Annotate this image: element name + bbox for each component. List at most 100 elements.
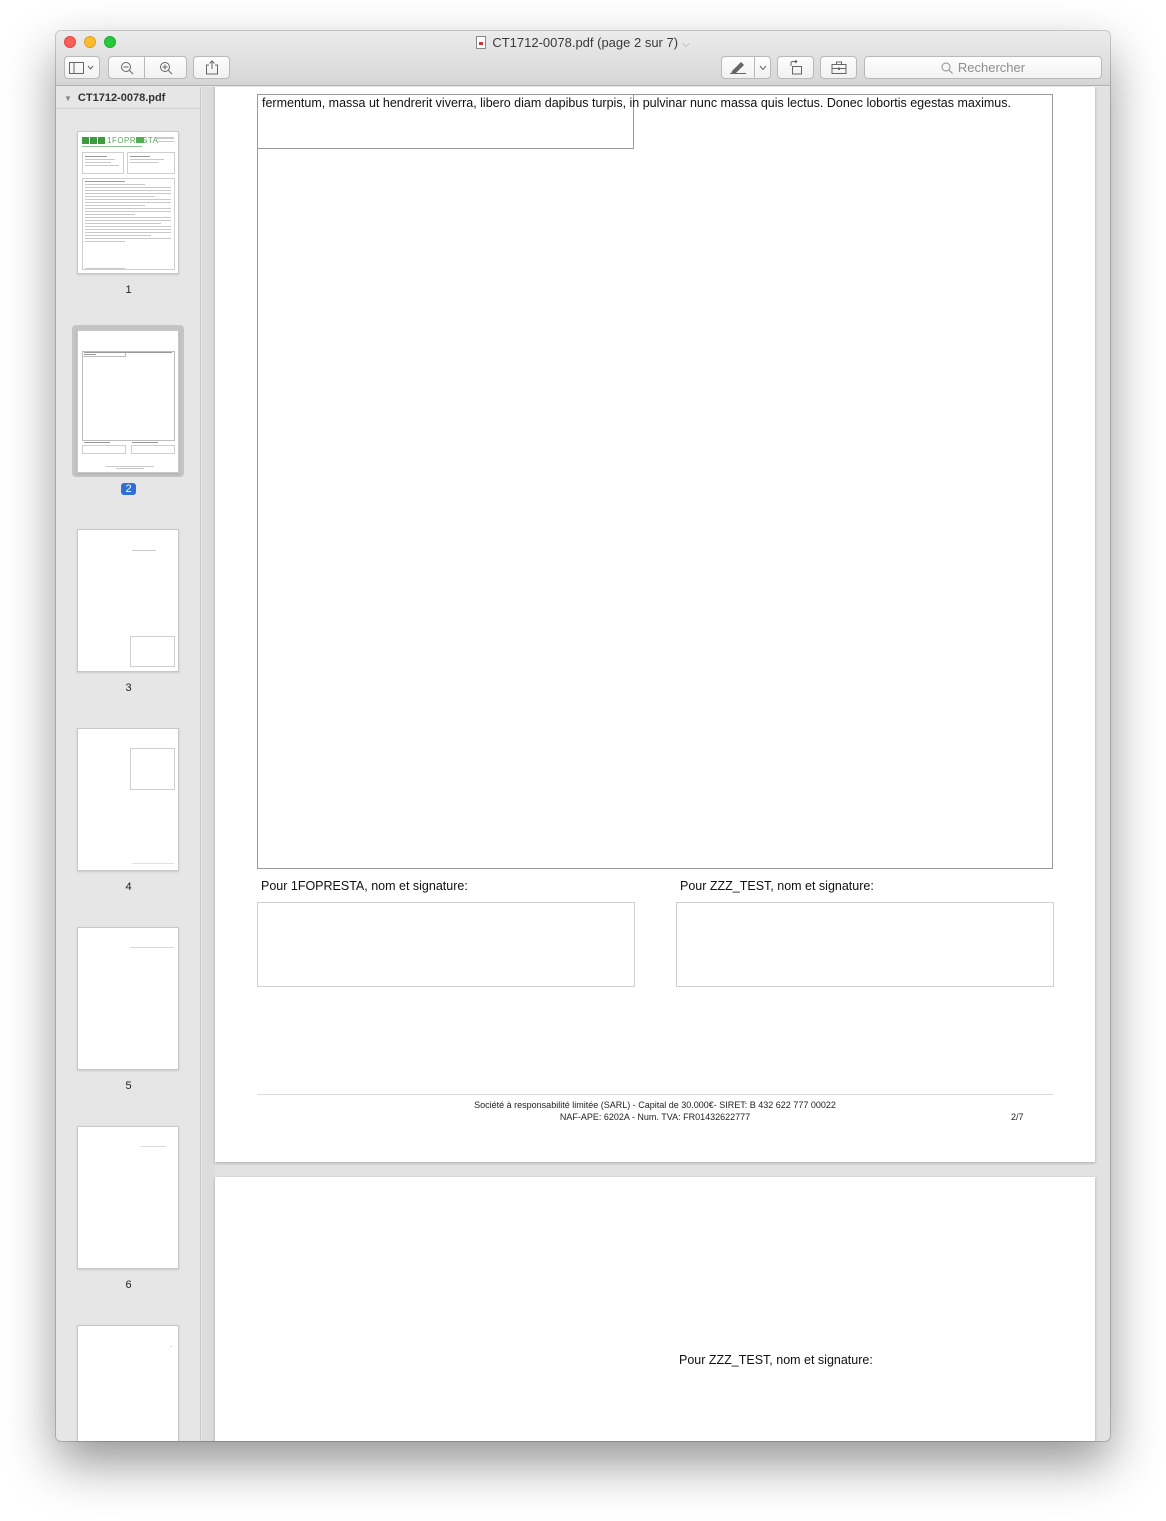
page-thumbnail-7[interactable] bbox=[77, 1325, 179, 1441]
thumb-line bbox=[130, 159, 164, 160]
logo-arrow bbox=[136, 137, 144, 143]
page-label-5[interactable]: 5 bbox=[56, 1080, 200, 1092]
sidebar-file-header[interactable]: ▼ CT1712-0078.pdf bbox=[56, 87, 200, 109]
chevron-down-icon: ⌵ bbox=[682, 39, 690, 50]
zoom-in-button[interactable] bbox=[144, 56, 187, 79]
search-field[interactable]: Rechercher bbox=[864, 56, 1102, 79]
thumb-line bbox=[84, 352, 172, 353]
share-button[interactable] bbox=[193, 56, 230, 79]
thumb-line bbox=[170, 1346, 172, 1347]
thumb-line bbox=[85, 196, 155, 197]
thumb-line bbox=[85, 232, 171, 233]
chevron-down-icon bbox=[759, 65, 766, 70]
sidebar-toggle-button[interactable] bbox=[64, 56, 100, 79]
logo-mark bbox=[82, 137, 89, 144]
thumb-line bbox=[85, 235, 151, 236]
thumb-line bbox=[84, 442, 110, 443]
thumb-line bbox=[85, 229, 171, 230]
thumb-line bbox=[85, 217, 171, 218]
page-number-text: 2 bbox=[121, 483, 136, 495]
thumb-box bbox=[82, 351, 175, 441]
thumb-line bbox=[85, 214, 135, 215]
zoom-in-icon bbox=[159, 61, 172, 74]
thumb-line bbox=[85, 181, 125, 182]
thumb-line bbox=[85, 156, 107, 157]
rotate-button[interactable] bbox=[777, 56, 814, 79]
thumb-line bbox=[132, 863, 174, 864]
thumbnail-sidebar[interactable]: ▼ CT1712-0078.pdf 1FOPRESTA 1 2 3 4 5 6 bbox=[56, 87, 201, 1441]
thumb-line bbox=[85, 193, 171, 194]
page-number-text: 5 bbox=[125, 1080, 132, 1092]
document-view[interactable]: fermentum, massa ut hendrerit viverra, l… bbox=[202, 87, 1110, 1441]
page-thumbnail-1[interactable]: 1FOPRESTA bbox=[77, 131, 179, 274]
thumb-line bbox=[85, 184, 145, 185]
toolbox-icon bbox=[831, 61, 846, 74]
page-number-text: 3 bbox=[125, 682, 132, 694]
thumb-line bbox=[85, 220, 171, 221]
page-label-6[interactable]: 6 bbox=[56, 1279, 200, 1291]
page-number-text: 6 bbox=[125, 1279, 132, 1291]
content-frame bbox=[257, 94, 1053, 869]
page-label-4[interactable]: 4 bbox=[56, 881, 200, 893]
thumb-line bbox=[130, 156, 150, 157]
body-paragraph: fermentum, massa ut hendrerit viverra, l… bbox=[262, 96, 1011, 110]
page-thumbnail-2[interactable] bbox=[77, 330, 179, 473]
disclosure-triangle-icon[interactable]: ▼ bbox=[64, 94, 72, 103]
thumb-line bbox=[116, 468, 144, 469]
sidebar-icon bbox=[69, 61, 94, 74]
title-bar: CT1712-0078.pdf (page 2 sur 7) ⌵ Recherc… bbox=[56, 31, 1110, 86]
thumb-line bbox=[85, 211, 171, 212]
window-title[interactable]: CT1712-0078.pdf (page 2 sur 7) ⌵ bbox=[56, 35, 1110, 50]
rotate-icon bbox=[790, 60, 802, 75]
thumb-line bbox=[85, 190, 171, 191]
thumb-line bbox=[130, 947, 174, 948]
page-number-text: 4 bbox=[125, 881, 132, 893]
thumb-line bbox=[132, 550, 156, 551]
share-icon bbox=[205, 60, 218, 75]
window-title-text: CT1712-0078.pdf (page 2 sur 7) bbox=[492, 35, 679, 50]
pdf-page-2: fermentum, massa ut hendrerit viverra, l… bbox=[215, 87, 1095, 1162]
footer-legal-line-1: Société à responsabilité limitée (SARL) … bbox=[474, 1100, 836, 1110]
page-thumbnail-6[interactable] bbox=[77, 1126, 179, 1269]
toolbox-button[interactable] bbox=[820, 56, 857, 79]
search-placeholder: Rechercher bbox=[957, 60, 1026, 75]
page-thumbnail-5[interactable] bbox=[77, 927, 179, 1070]
logo-mark bbox=[98, 137, 105, 144]
markup-button[interactable] bbox=[721, 56, 755, 79]
thumb-line bbox=[130, 162, 158, 163]
thumb-line bbox=[156, 141, 174, 142]
thumb-box bbox=[130, 636, 175, 667]
page-thumbnail-3[interactable] bbox=[77, 529, 179, 672]
thumb-line bbox=[106, 466, 154, 467]
thumb-line bbox=[85, 159, 115, 160]
thumb-line bbox=[85, 199, 171, 200]
zoom-out-button[interactable] bbox=[108, 56, 145, 79]
thumb-line bbox=[85, 187, 171, 188]
thumb-logo-text: 1FOPRESTA bbox=[107, 136, 159, 145]
pen-icon bbox=[730, 62, 746, 74]
page-label-3[interactable]: 3 bbox=[56, 682, 200, 694]
sidebar-file-name: CT1712-0078.pdf bbox=[77, 92, 166, 104]
thumb-line bbox=[85, 268, 125, 269]
page-thumbnail-4[interactable] bbox=[77, 728, 179, 871]
signature-box-left bbox=[257, 902, 635, 987]
signature-box-right bbox=[676, 902, 1054, 987]
thumb-line bbox=[132, 442, 158, 443]
signature-label-right: Pour ZZZ_TEST, nom et signature: bbox=[679, 1353, 873, 1367]
pdf-document-icon bbox=[476, 36, 487, 49]
thumb-line bbox=[84, 354, 96, 355]
thumb-line bbox=[85, 223, 161, 224]
thumb-line bbox=[85, 162, 111, 163]
thumb-box bbox=[82, 445, 126, 454]
search-icon bbox=[941, 62, 953, 74]
page-label-1[interactable]: 1 bbox=[56, 284, 200, 296]
thumb-box bbox=[130, 748, 175, 790]
thumb-line bbox=[85, 241, 125, 242]
footer-legal-line-2: NAF-APE: 6202A - Num. TVA: FR01432622777 bbox=[559, 1112, 751, 1122]
thumb-line bbox=[85, 165, 119, 166]
thumb-line bbox=[85, 208, 171, 209]
document-canvas: fermentum, massa ut hendrerit viverra, l… bbox=[202, 87, 1110, 1441]
page-label-2[interactable]: 2 bbox=[56, 483, 200, 495]
markup-menu-button[interactable] bbox=[754, 56, 771, 79]
thumb-line bbox=[85, 205, 145, 206]
